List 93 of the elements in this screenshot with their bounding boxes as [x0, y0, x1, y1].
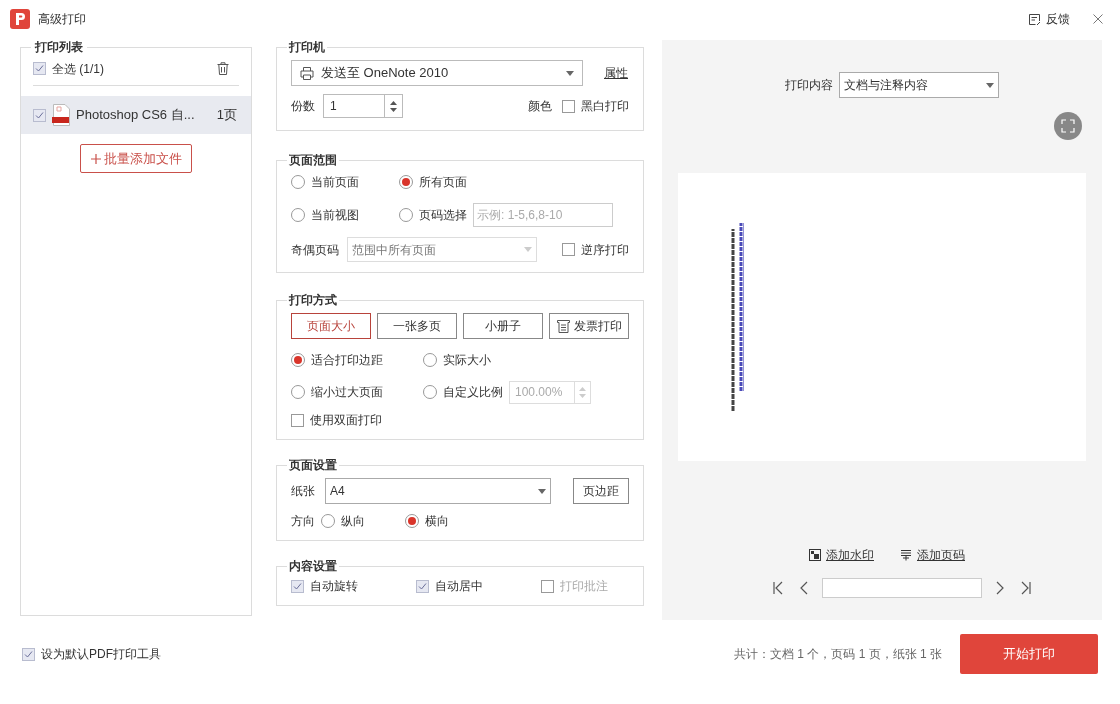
radio-label: 实际大小: [443, 352, 491, 369]
checkbox[interactable]: [33, 108, 46, 122]
radio-button[interactable]: [291, 385, 305, 399]
radio-button[interactable]: [405, 514, 419, 528]
feedback-icon: [1028, 12, 1041, 26]
page-number-input[interactable]: [822, 578, 982, 598]
caret-icon: [538, 488, 546, 494]
radio-label: 自定义比例: [443, 384, 503, 401]
checkbox-label: 黑白打印: [581, 98, 629, 115]
dropdown-value: 范围中所有页面: [352, 241, 436, 259]
checkbox[interactable]: [22, 647, 35, 661]
paper-size-dropdown[interactable]: A4: [325, 478, 551, 504]
add-files-button[interactable]: 批量添加文件: [80, 144, 192, 173]
checkbox[interactable]: [291, 413, 304, 427]
start-print-button[interactable]: 开始打印: [960, 634, 1098, 674]
caret-icon: [566, 70, 574, 76]
printer-name: 发送至 OneNote 2010: [321, 64, 449, 83]
checkbox-label: 设为默认PDF打印工具: [41, 646, 161, 663]
image-icon: [809, 549, 821, 561]
receipt-icon: [556, 319, 570, 333]
section-title: 页面设置: [288, 457, 338, 474]
file-name: Photoshop CS6 自...: [76, 106, 195, 125]
radio-label: 缩小过大页面: [311, 384, 383, 401]
checkbox[interactable]: [562, 243, 575, 256]
page-range-input[interactable]: 示例: 1-5,6,8-10: [473, 203, 613, 227]
checkbox-label: 自动旋转: [310, 578, 358, 595]
add-watermark-link[interactable]: 添加水印: [809, 546, 874, 564]
checkbox-label: 全选 (1/1): [52, 60, 104, 78]
section-title: 打印方式: [288, 292, 338, 309]
radio-button[interactable]: [291, 175, 305, 189]
dropdown-value: A4: [330, 483, 345, 500]
radio-button[interactable]: [399, 175, 413, 189]
print-mode-tab[interactable]: 发票打印: [549, 313, 629, 339]
checkbox-label: 打印批注: [560, 578, 608, 595]
checkbox[interactable]: [33, 62, 46, 75]
field-label: 颜色: [528, 98, 552, 115]
print-mode-tab[interactable]: 一张多页: [377, 313, 457, 339]
checkbox-label: 逆序打印: [581, 241, 629, 259]
print-mode-tab[interactable]: 小册子: [463, 313, 543, 339]
caret-icon: [986, 82, 994, 88]
trash-icon[interactable]: [217, 62, 229, 75]
odd-even-dropdown[interactable]: 范围中所有页面: [347, 237, 537, 262]
radio-label: 适合打印边距: [311, 352, 383, 369]
section-title: 页面范围: [288, 152, 338, 169]
section-title: 内容设置: [288, 558, 338, 575]
page-number-icon: [900, 549, 912, 561]
printer-icon: [300, 66, 314, 80]
print-mode-tab[interactable]: 页面大小: [291, 313, 371, 339]
radio-label: 所有页面: [419, 174, 467, 191]
radio-label: 页码选择: [419, 207, 467, 224]
field-label: 打印内容: [785, 77, 833, 94]
checkbox[interactable]: [416, 579, 429, 593]
field-label: 纸张: [291, 483, 315, 500]
copies-value: 1: [329, 98, 338, 115]
checkbox[interactable]: [562, 99, 575, 113]
scale-value: 100.00%: [514, 383, 564, 401]
app-logo-icon: [10, 9, 30, 29]
radio-button[interactable]: [423, 385, 437, 399]
window-title: 高级打印: [38, 11, 86, 28]
radio-button[interactable]: [423, 353, 437, 367]
radio-button[interactable]: [291, 353, 305, 367]
radio-label: 当前视图: [311, 207, 359, 224]
field-label: 份数: [291, 98, 315, 115]
radio-button[interactable]: [321, 514, 335, 528]
margins-button[interactable]: 页边距: [573, 478, 629, 504]
section-title: 打印机: [288, 39, 326, 56]
properties-link[interactable]: 属性: [604, 64, 628, 82]
checkbox-label: 使用双面打印: [310, 412, 382, 429]
section-title: 打印列表: [34, 39, 84, 56]
fullscreen-icon: [1061, 119, 1075, 133]
file-row[interactable]: Photoshop CS6 自... 1页: [21, 96, 251, 134]
print-content-dropdown[interactable]: 文档与注释内容: [839, 72, 999, 98]
checkbox[interactable]: [541, 579, 554, 593]
caret-icon: [524, 247, 532, 252]
radio-label: 当前页面: [311, 174, 359, 191]
fullscreen-button[interactable]: [1054, 112, 1082, 140]
copies-spinner[interactable]: 1: [323, 94, 403, 118]
radio-button[interactable]: [399, 208, 413, 222]
plus-icon: [90, 153, 101, 164]
field-label: 奇偶页码: [291, 241, 339, 259]
page-count: 1页: [216, 106, 237, 125]
dropdown-value: 文档与注释内容: [844, 77, 928, 94]
checkbox-label: 自动居中: [435, 578, 483, 595]
add-page-number-link[interactable]: 添加页码: [900, 546, 965, 564]
printer-dropdown[interactable]: 发送至 OneNote 2010: [291, 60, 583, 86]
field-label: 方向: [291, 513, 315, 530]
print-summary: 共计：文档 1 个，页码 1 页，纸张 1 张: [733, 646, 942, 663]
radio-button[interactable]: [291, 208, 305, 222]
radio-label: 横向: [425, 513, 449, 530]
checkbox[interactable]: [291, 579, 304, 593]
radio-label: 纵向: [341, 513, 365, 530]
feedback-button[interactable]: 反馈: [1028, 10, 1070, 28]
pdf-file-icon: [52, 104, 71, 126]
